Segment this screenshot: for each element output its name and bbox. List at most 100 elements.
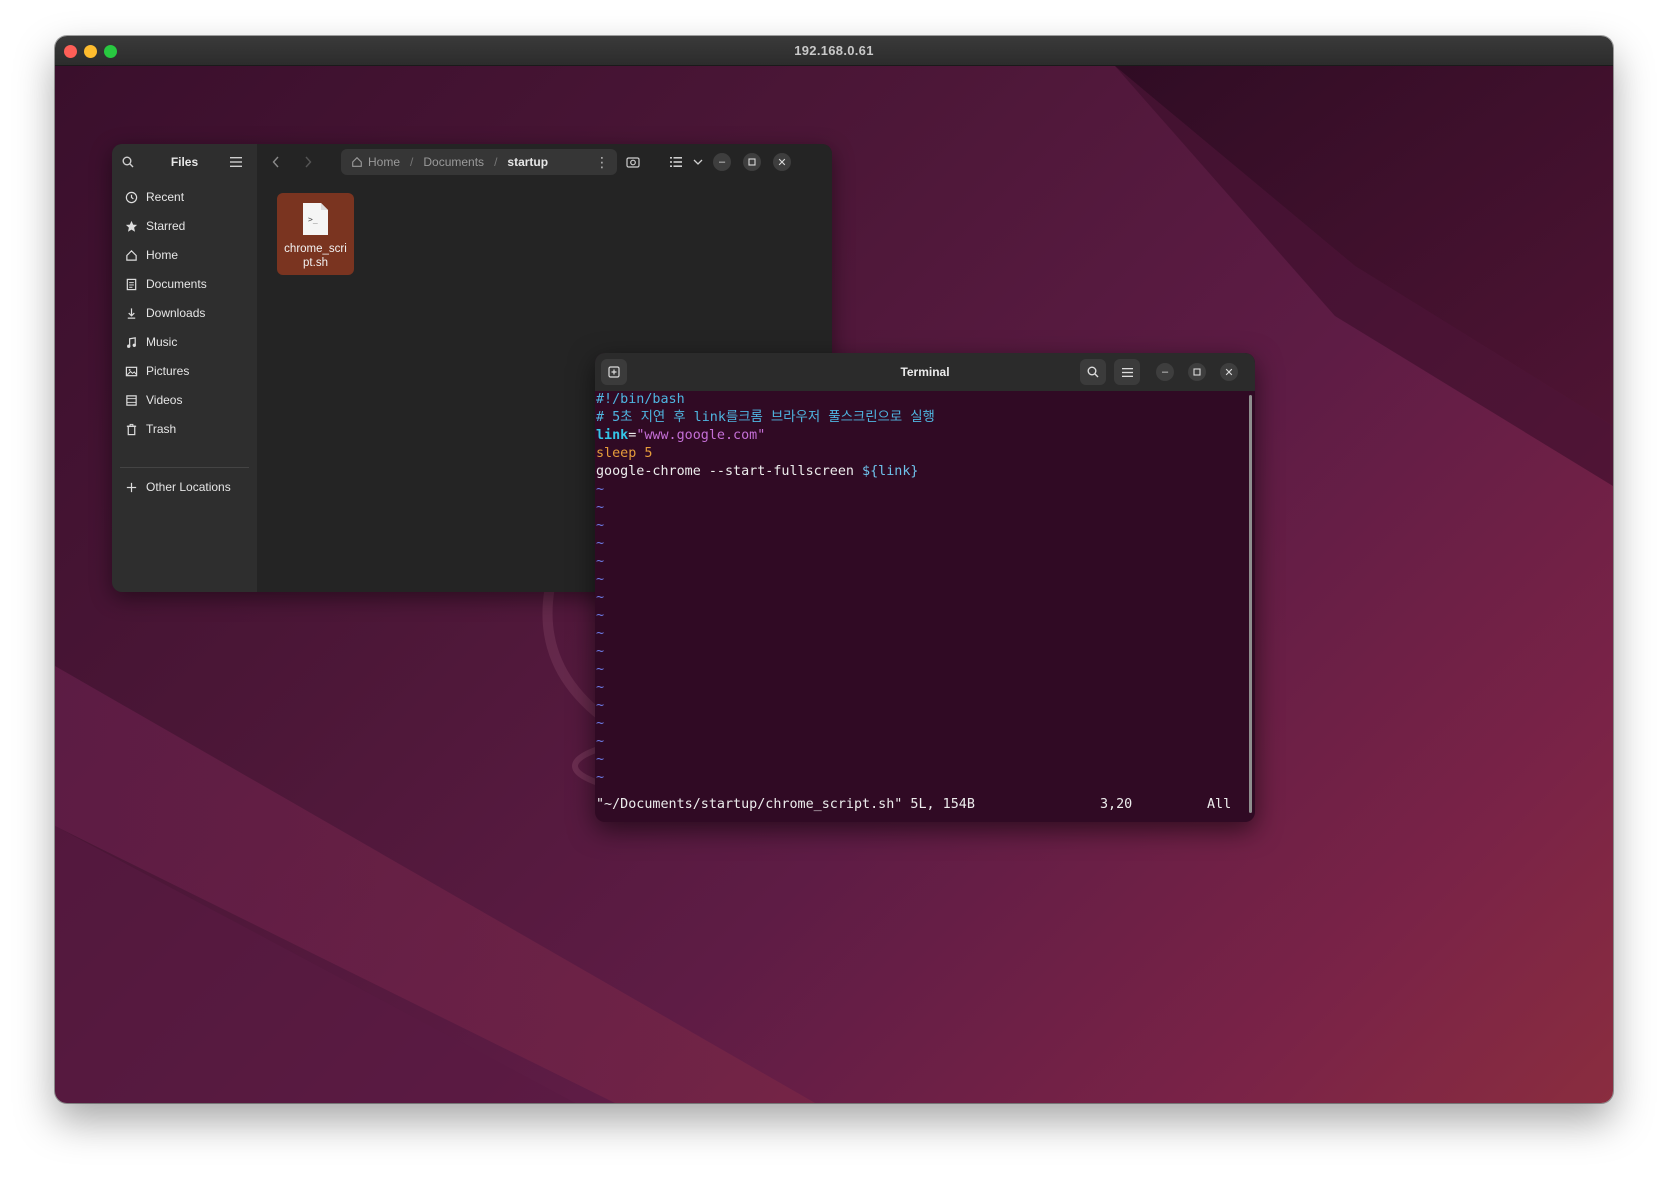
star-icon bbox=[124, 219, 138, 233]
code-line-sleep: sleep 5 bbox=[596, 445, 652, 463]
breadcrumb-home[interactable]: Home bbox=[351, 155, 400, 169]
files-headerbar: Home / Documents / startup ⋮ – ✕ bbox=[257, 144, 832, 180]
home-icon bbox=[124, 248, 138, 262]
files-sidebar: Files Recent Starred Home Documents Down… bbox=[112, 144, 257, 592]
tilde-marker: ~ bbox=[596, 626, 605, 641]
close-icon[interactable]: ✕ bbox=[773, 153, 791, 171]
code-line-chrome: google-chrome --start-fullscreen ${link} bbox=[596, 463, 918, 481]
back-icon[interactable] bbox=[269, 154, 283, 170]
tilde-marker: ~ bbox=[596, 716, 605, 731]
terminal-scrollbar[interactable] bbox=[1249, 395, 1252, 813]
video-icon bbox=[124, 393, 138, 407]
code-line-link: link="www.google.com" bbox=[596, 427, 765, 445]
files-sidebar-header: Files bbox=[112, 144, 257, 180]
sidebar-item-label: Other Locations bbox=[146, 480, 231, 494]
sidebar-item-label: Recent bbox=[146, 190, 185, 204]
sidebar-item-label: Downloads bbox=[146, 306, 206, 320]
sidebar-item-home[interactable]: Home bbox=[124, 244, 249, 266]
sidebar-item-label: Documents bbox=[146, 277, 207, 291]
minimize-icon[interactable]: – bbox=[713, 153, 731, 171]
tilde-marker: ~ bbox=[596, 572, 605, 587]
script-file-icon: >_ bbox=[303, 203, 328, 235]
sidebar-item-pictures[interactable]: Pictures bbox=[124, 360, 249, 382]
keyword: sleep bbox=[596, 446, 637, 461]
tilde-marker: ~ bbox=[596, 770, 605, 785]
sidebar-item-label: Videos bbox=[146, 393, 183, 407]
sidebar-item-downloads[interactable]: Downloads bbox=[124, 302, 249, 324]
minimize-icon[interactable]: – bbox=[1156, 363, 1174, 381]
vim-status-line: "~/Documents/startup/chrome_script.sh" 5… bbox=[596, 796, 1247, 814]
sidebar-item-label: Trash bbox=[146, 422, 177, 436]
tilde-marker: ~ bbox=[596, 680, 605, 695]
breadcrumb-separator: / bbox=[410, 155, 414, 169]
plus-icon bbox=[124, 480, 138, 494]
status-cursor-position: 3,20 bbox=[1100, 797, 1133, 812]
kebab-menu-icon[interactable]: ⋮ bbox=[595, 154, 609, 171]
close-icon[interactable]: ✕ bbox=[1220, 363, 1238, 381]
file-item-chrome-script[interactable]: >_ chrome_script.sh bbox=[277, 193, 354, 275]
tilde-marker: ~ bbox=[596, 482, 605, 497]
sidebar-item-label: Music bbox=[146, 335, 178, 349]
tilde-marker: ~ bbox=[596, 734, 605, 749]
number: 5 bbox=[636, 446, 653, 461]
path-bar[interactable]: Home / Documents / startup ⋮ bbox=[341, 149, 617, 175]
sidebar-item-videos[interactable]: Videos bbox=[124, 389, 249, 411]
breadcrumb-startup[interactable]: startup bbox=[507, 155, 548, 169]
tilde-marker: ~ bbox=[596, 644, 605, 659]
status-file-info: "~/Documents/startup/chrome_script.sh" 5… bbox=[596, 797, 975, 812]
search-icon bbox=[1087, 366, 1099, 378]
sidebar-item-label: Starred bbox=[146, 219, 186, 233]
sidebar-item-other-locations[interactable]: Other Locations bbox=[124, 476, 249, 498]
terminal-headerbar: Terminal – ✕ bbox=[595, 353, 1255, 391]
terminal-search-button[interactable] bbox=[1080, 359, 1106, 385]
sidebar-item-trash[interactable]: Trash bbox=[124, 418, 249, 440]
remote-window-title: 192.168.0.61 bbox=[794, 43, 874, 58]
ubuntu-desktop[interactable]: Files Recent Starred Home Documents Down… bbox=[55, 66, 1613, 1103]
download-icon bbox=[124, 306, 138, 320]
list-view-icon[interactable] bbox=[668, 154, 684, 170]
tilde-marker: ~ bbox=[596, 698, 605, 713]
status-scroll: All bbox=[1207, 797, 1232, 812]
tilde-marker: ~ bbox=[596, 590, 605, 605]
file-name: chrome_script.sh bbox=[284, 243, 347, 269]
maximize-icon[interactable] bbox=[1188, 363, 1206, 381]
svg-text:>_: >_ bbox=[308, 215, 318, 224]
tilde-marker: ~ bbox=[596, 518, 605, 533]
variable-expansion: ${link} bbox=[862, 464, 919, 479]
picture-icon bbox=[124, 364, 138, 378]
hamburger-menu-icon[interactable] bbox=[228, 154, 244, 170]
sidebar-item-recent[interactable]: Recent bbox=[124, 186, 249, 208]
sidebar-item-label: Pictures bbox=[146, 364, 190, 378]
tilde-marker: ~ bbox=[596, 536, 605, 551]
maximize-icon[interactable] bbox=[743, 153, 761, 171]
hamburger-menu-icon bbox=[1121, 367, 1133, 377]
tilde-marker: ~ bbox=[596, 662, 605, 677]
home-icon bbox=[352, 156, 362, 167]
tilde-marker: ~ bbox=[596, 554, 605, 569]
music-icon bbox=[124, 335, 138, 349]
breadcrumb-label: Home bbox=[368, 155, 401, 169]
search-folder-icon[interactable] bbox=[625, 154, 641, 170]
clock-icon bbox=[124, 190, 138, 204]
chevron-down-icon[interactable] bbox=[691, 154, 705, 170]
string-literal: "www.google.com" bbox=[636, 428, 766, 443]
terminal-menu-button[interactable] bbox=[1114, 359, 1140, 385]
code-line-comment: # 5초 지연 후 link를크롬 브라우저 풀스크린으로 실행 bbox=[596, 410, 935, 425]
remote-desktop-window: 192.168.0.61 Files Recent Starred Home D… bbox=[55, 36, 1613, 1103]
remote-window-titlebar[interactable]: 192.168.0.61 bbox=[55, 36, 1613, 66]
terminal-content[interactable]: #!/bin/bash # 5초 지연 후 link를크롬 브라우저 풀스크린으… bbox=[595, 391, 1247, 822]
trash-icon bbox=[124, 422, 138, 436]
sidebar-item-starred[interactable]: Starred bbox=[124, 215, 249, 237]
breadcrumb-documents[interactable]: Documents bbox=[423, 155, 484, 169]
forward-icon[interactable] bbox=[301, 154, 315, 170]
sidebar-item-music[interactable]: Music bbox=[124, 331, 249, 353]
tilde-marker: ~ bbox=[596, 500, 605, 515]
tilde-marker: ~ bbox=[596, 608, 605, 623]
tilde-marker: ~ bbox=[596, 752, 605, 767]
terminal-window[interactable]: Terminal – ✕ #!/bin/bash # 5초 지연 후 link를… bbox=[595, 353, 1255, 822]
command: google-chrome --start-fullscreen bbox=[596, 464, 863, 479]
sidebar-item-label: Home bbox=[146, 248, 179, 262]
variable-name: link bbox=[596, 428, 629, 443]
sidebar-item-documents[interactable]: Documents bbox=[124, 273, 249, 295]
document-icon bbox=[124, 277, 138, 291]
